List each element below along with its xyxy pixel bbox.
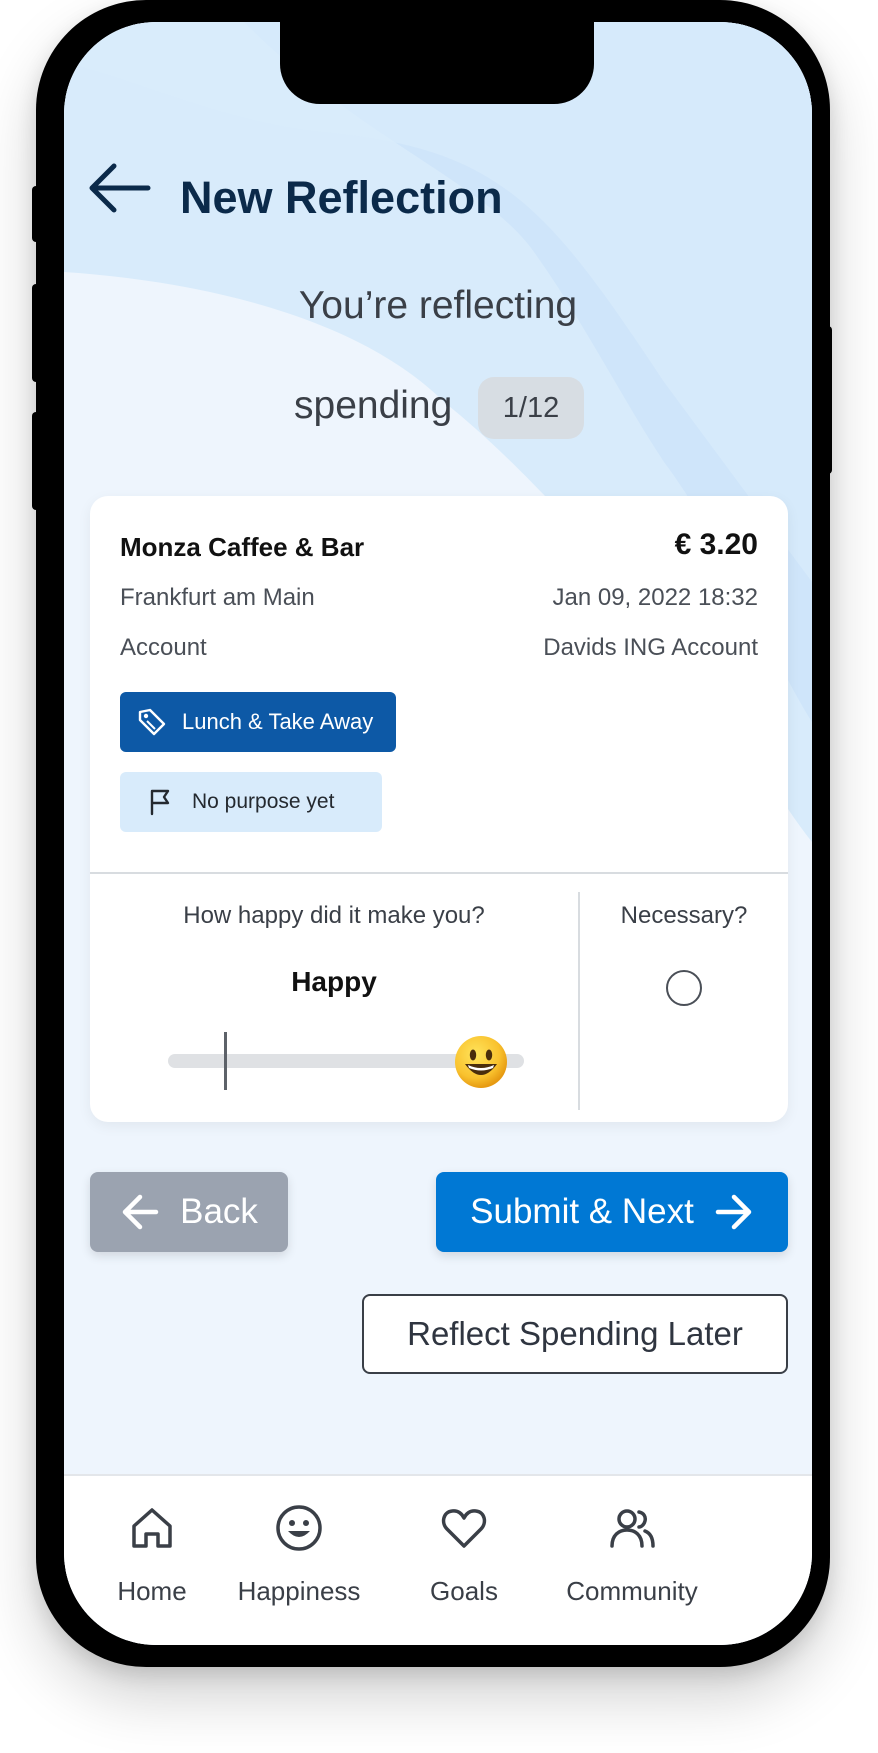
page-title: New Reflection [180, 172, 503, 223]
slider-midpoint-marker [224, 1032, 227, 1090]
purpose-chip-label: No purpose yet [192, 790, 335, 813]
subtitle-line1: You’re reflecting [298, 284, 578, 327]
tab-happiness[interactable]: Happiness [224, 1476, 374, 1606]
smiley-icon [276, 1505, 322, 1551]
purpose-chip[interactable]: No purpose yet [120, 772, 382, 832]
happiness-question: How happy did it make you? [183, 902, 485, 929]
app-screen: New Reflection You’re reflecting spendin… [64, 22, 812, 1645]
arrow-right-icon [715, 1194, 752, 1230]
tab-goals[interactable]: Goals [394, 1476, 534, 1606]
transaction-card: Monza Caffee & Bar € 3.20 Frankfurt am M… [90, 496, 788, 1122]
necessary-radio[interactable] [666, 970, 702, 1006]
transaction-location: Frankfurt am Main [120, 584, 315, 611]
back-arrow-icon[interactable] [86, 162, 152, 214]
tab-home-label: Home [117, 1576, 187, 1606]
mute-switch [32, 186, 40, 242]
transaction-amount: € 3.20 [674, 528, 758, 561]
tag-icon [138, 708, 166, 736]
transaction-datetime: Jan 09, 2022 18:32 [552, 584, 758, 611]
heart-icon [441, 1509, 487, 1548]
card-divider [90, 872, 788, 874]
account-label: Account [120, 634, 207, 661]
account-value: Davids ING Account [543, 634, 758, 661]
bottom-tab-bar: Home Happiness Goals Community [64, 1474, 812, 1645]
submit-next-button[interactable]: Submit & Next [436, 1172, 788, 1252]
progress-counter-badge: 1/12 [478, 377, 584, 439]
volume-up-button [32, 284, 40, 382]
tab-goals-label: Goals [430, 1576, 498, 1606]
category-chip[interactable]: Lunch & Take Away [120, 692, 396, 752]
necessary-question: Necessary? [620, 902, 748, 929]
people-icon [610, 1509, 655, 1548]
flag-icon [150, 789, 170, 816]
submit-next-button-label: Submit & Next [470, 1192, 694, 1231]
back-button[interactable]: Back [90, 1172, 288, 1252]
happiness-slider-thumb-smiley-icon[interactable] [453, 1034, 509, 1090]
merchant-name: Monza Caffee & Bar [120, 532, 365, 562]
back-button-label: Back [180, 1192, 258, 1231]
power-button [824, 326, 832, 474]
happiness-value: Happy [291, 966, 377, 997]
volume-down-button [32, 412, 40, 510]
tab-happiness-label: Happiness [237, 1576, 361, 1606]
tab-community-label: Community [566, 1576, 698, 1606]
reflect-later-button[interactable]: Reflect Spending Later [362, 1294, 788, 1374]
tab-community[interactable]: Community [552, 1476, 712, 1606]
home-icon [132, 1508, 172, 1548]
notch [280, 22, 594, 104]
subtitle-line2: spending [294, 384, 453, 427]
arrow-left-icon [122, 1194, 159, 1230]
tab-home[interactable]: Home [82, 1476, 222, 1606]
category-chip-label: Lunch & Take Away [182, 709, 374, 734]
